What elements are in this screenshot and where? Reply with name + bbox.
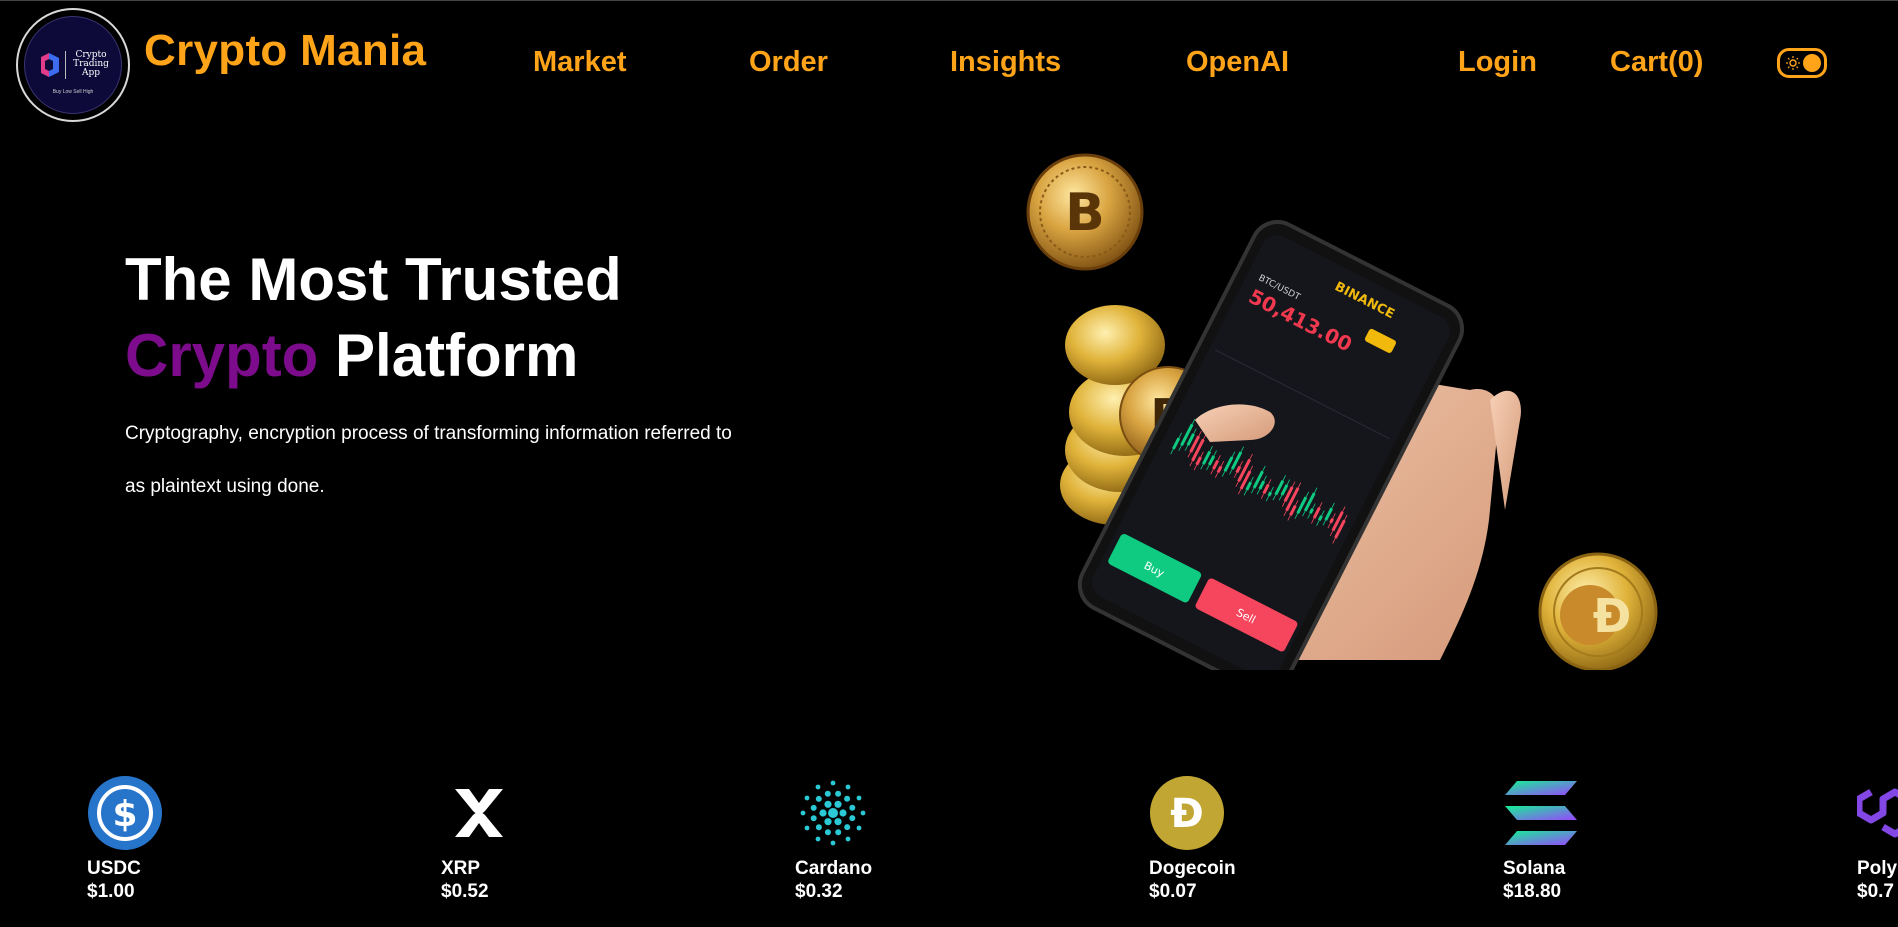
bitcoin-coin-icon: B bbox=[1026, 153, 1144, 271]
cardano-icon bbox=[795, 775, 871, 851]
svg-text:B: B bbox=[1065, 183, 1105, 243]
toggle-knob bbox=[1803, 54, 1821, 72]
coin-price: $0.7 bbox=[1857, 881, 1894, 902]
coin-name: USDC bbox=[87, 858, 141, 879]
top-divider bbox=[0, 0, 1898, 1]
logo-text: Crypto Trading App bbox=[73, 50, 109, 78]
logo-tagline: Buy Low Sell High bbox=[52, 89, 94, 95]
coin-price: $0.07 bbox=[1149, 881, 1197, 902]
solana-icon bbox=[1503, 775, 1579, 851]
coin-price: $0.52 bbox=[441, 881, 489, 902]
app-logo[interactable]: Crypto Trading App Buy Low Sell High bbox=[16, 8, 130, 122]
nav-login[interactable]: Login bbox=[1458, 46, 1537, 79]
hero-title-rest: Platform bbox=[335, 322, 579, 389]
sun-icon bbox=[1786, 56, 1800, 70]
nav-cart[interactable]: Cart(0) bbox=[1610, 46, 1703, 79]
coin-name: Dogecoin bbox=[1149, 858, 1236, 879]
page: Crypto Trading App Buy Low Sell High Cry… bbox=[0, 0, 1898, 927]
svg-text:$: $ bbox=[112, 794, 137, 835]
hero-description: Cryptography, encryption process of tran… bbox=[125, 423, 732, 497]
coin-price: $18.80 bbox=[1503, 881, 1562, 902]
dogecoin-coin-icon: Ð bbox=[1538, 552, 1658, 670]
hero-illustration: B B BINANCE BTC/USDT 50,413.00 Buy Se bbox=[1026, 153, 1658, 670]
hero-title-line1: The Most Trusted bbox=[125, 246, 622, 313]
usdc-icon: $ bbox=[87, 775, 163, 851]
svg-text:Ð: Ð bbox=[1170, 791, 1204, 837]
coin-price: $1.00 bbox=[87, 881, 135, 902]
logo-divider bbox=[65, 51, 66, 79]
svg-text:Ð: Ð bbox=[1593, 589, 1632, 643]
nav-openai[interactable]: OpenAI bbox=[1186, 46, 1289, 79]
brand-title[interactable]: Crypto Mania bbox=[144, 26, 426, 76]
theme-toggle[interactable] bbox=[1777, 48, 1827, 78]
hero-title-line2: Crypto Platform bbox=[125, 318, 622, 394]
nav-order[interactable]: Order bbox=[749, 46, 828, 79]
coin-name: Solana bbox=[1503, 858, 1566, 879]
dogecoin-icon: Ð bbox=[1149, 775, 1225, 851]
logo-badge: Crypto Trading App Buy Low Sell High bbox=[24, 16, 122, 114]
coin-name: XRP bbox=[441, 858, 481, 879]
logo-mark-icon bbox=[41, 53, 59, 77]
coin-name: Poly bbox=[1857, 858, 1898, 879]
polygon-icon bbox=[1855, 775, 1898, 851]
coin-name: Cardano bbox=[795, 858, 873, 879]
xrp-icon bbox=[441, 775, 517, 851]
nav-market[interactable]: Market bbox=[533, 46, 627, 79]
hero-title-accent: Crypto bbox=[125, 322, 319, 389]
coin-price: $0.32 bbox=[795, 881, 843, 902]
hero-title: The Most Trusted Crypto Platform bbox=[125, 242, 622, 394]
nav-insights[interactable]: Insights bbox=[950, 46, 1061, 79]
